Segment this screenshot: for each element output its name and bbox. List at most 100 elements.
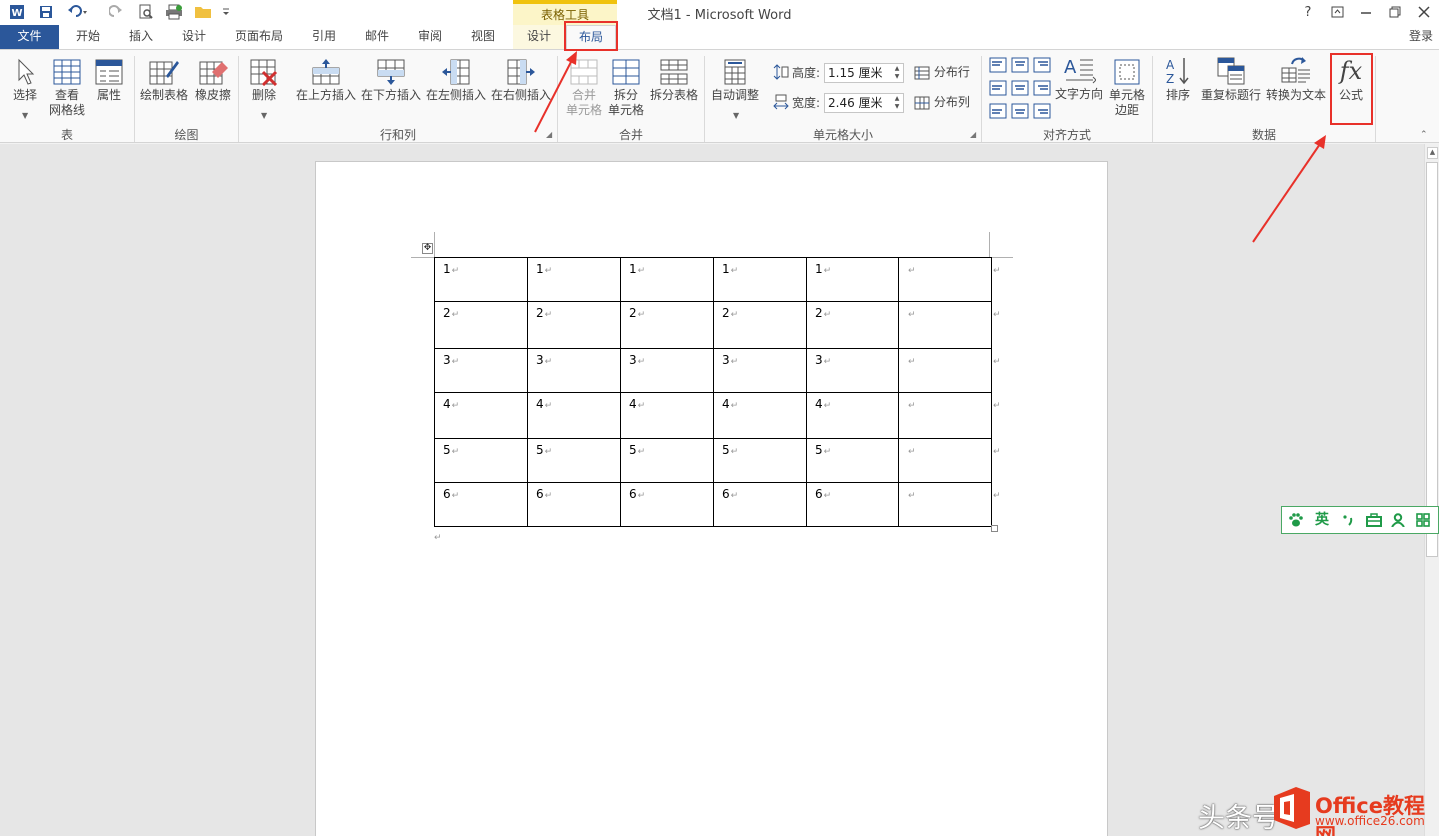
login-link[interactable]: 登录: [1409, 25, 1439, 49]
table-cell[interactable]: 2↵: [806, 301, 899, 349]
tab-table-layout[interactable]: 布局: [566, 25, 616, 49]
table-cell[interactable]: 4↵: [434, 392, 528, 439]
view-gridlines-button[interactable]: 查看 网格线: [46, 58, 88, 118]
insert-below-button[interactable]: 在下方插入: [360, 58, 422, 103]
tab-mailings[interactable]: 邮件: [353, 25, 401, 49]
grid-icon[interactable]: [1413, 510, 1433, 530]
table-cell[interactable]: ↵: [898, 392, 992, 439]
draw-table-button[interactable]: 绘制表格: [138, 58, 190, 103]
cell-mark: ↵: [730, 310, 739, 320]
select-button[interactable]: 选择: [6, 58, 44, 103]
distribute-columns-button[interactable]: 分布列: [914, 95, 976, 110]
table-resize-handle[interactable]: [991, 525, 998, 532]
vertical-scrollbar[interactable]: ▲: [1424, 144, 1439, 836]
table-cell[interactable]: 6↵: [713, 482, 807, 527]
ribbon-display-options-icon[interactable]: [1327, 3, 1347, 21]
text-direction-button[interactable]: A 文字方向: [1054, 55, 1104, 102]
height-spinner-icon[interactable]: ▲ ▼: [892, 65, 902, 81]
table-cell[interactable]: ↵: [898, 438, 992, 483]
tab-references[interactable]: 引用: [300, 25, 348, 49]
table-cell[interactable]: ↵: [898, 348, 992, 393]
help-button[interactable]: ?: [1298, 3, 1318, 21]
rows-cols-launcher-icon[interactable]: ◢: [546, 130, 552, 139]
autofit-button[interactable]: 自动调整: [708, 58, 762, 103]
tab-view[interactable]: 视图: [459, 25, 507, 49]
split-table-button[interactable]: 拆分表格: [648, 58, 700, 103]
merge-cells-button[interactable]: 合并 单元格: [563, 58, 605, 118]
toolbox-icon[interactable]: [1364, 510, 1384, 530]
close-icon[interactable]: [1414, 3, 1434, 21]
table-cell[interactable]: 5↵: [527, 438, 621, 483]
table-cell[interactable]: 6↵: [806, 482, 899, 527]
table-cell[interactable]: 5↵: [620, 438, 714, 483]
paw-icon[interactable]: [1286, 510, 1306, 530]
table-cell[interactable]: 1↵: [527, 257, 621, 302]
tab-review[interactable]: 审阅: [406, 25, 454, 49]
split-cells-button[interactable]: 拆分 单元格: [606, 58, 646, 118]
cell-size-launcher-icon[interactable]: ◢: [970, 130, 976, 139]
table-cell[interactable]: 4↵: [713, 392, 807, 439]
punctuation-icon[interactable]: [1338, 510, 1358, 530]
width-spinner-icon[interactable]: ▲ ▼: [892, 95, 902, 111]
table-cell[interactable]: 2↵: [434, 301, 528, 349]
table-cell[interactable]: 3↵: [806, 348, 899, 393]
table-cell[interactable]: 4↵: [527, 392, 621, 439]
tab-insert[interactable]: 插入: [117, 25, 165, 49]
table-cell[interactable]: ↵: [898, 482, 992, 527]
minimize-icon[interactable]: [1356, 3, 1376, 21]
insert-right-button[interactable]: 在右侧插入: [490, 58, 552, 103]
table-cell[interactable]: 5↵: [713, 438, 807, 483]
table-cell[interactable]: 1↵: [620, 257, 714, 302]
tab-home[interactable]: 开始: [64, 25, 112, 49]
user-icon[interactable]: [1388, 510, 1408, 530]
collapse-ribbon-icon[interactable]: ⌃: [1420, 130, 1428, 140]
table-cell[interactable]: 6↵: [527, 482, 621, 527]
table-cell[interactable]: 6↵: [434, 482, 528, 527]
table-cell[interactable]: 2↵: [713, 301, 807, 349]
insert-left-button[interactable]: 在左侧插入: [425, 58, 487, 103]
select-dropdown-icon[interactable]: ▼: [22, 111, 28, 120]
repeat-header-icon: [1217, 57, 1245, 85]
width-input[interactable]: 2.46 厘米 ▲ ▼: [824, 93, 904, 113]
delete-dropdown-icon[interactable]: ▼: [261, 111, 267, 120]
table-cell[interactable]: ↵: [898, 301, 992, 349]
tab-page-layout[interactable]: 页面布局: [223, 25, 295, 49]
distribute-rows-button[interactable]: 分布行: [914, 65, 976, 80]
table-cell[interactable]: 6↵: [620, 482, 714, 527]
scroll-up-icon[interactable]: ▲: [1427, 147, 1438, 159]
tab-table-design[interactable]: 设计: [513, 25, 565, 49]
table-cell[interactable]: 3↵: [527, 348, 621, 393]
cell-margins-button[interactable]: 单元格 边距: [1106, 58, 1148, 118]
table-move-handle-icon[interactable]: ✥: [422, 243, 433, 254]
table-cell[interactable]: 3↵: [620, 348, 714, 393]
ime-language-toggle[interactable]: 英: [1312, 510, 1332, 530]
scroll-thumb[interactable]: [1426, 162, 1438, 557]
group-merge-label: 合并: [618, 128, 643, 142]
table-cell[interactable]: 1↵: [434, 257, 528, 302]
table-cell[interactable]: 5↵: [806, 438, 899, 483]
table-cell[interactable]: 2↵: [527, 301, 621, 349]
table-cell[interactable]: 3↵: [713, 348, 807, 393]
page[interactable]: ✥ 1↵ 1↵ 1↵ 1↵ 1↵ ↵ 2↵ 2↵ 2↵ 2↵ 2↵ ↵ 3↵ 3…: [315, 161, 1108, 836]
tab-file[interactable]: 文件: [0, 25, 59, 49]
tab-design[interactable]: 设计: [170, 25, 218, 49]
table-cell[interactable]: 1↵: [806, 257, 899, 302]
repeat-header-rows-button[interactable]: 重复标题行: [1200, 56, 1262, 103]
properties-button[interactable]: 属性: [90, 58, 128, 103]
restore-icon[interactable]: [1385, 3, 1405, 21]
delete-button[interactable]: 删除: [244, 58, 284, 103]
table-cell[interactable]: 1↵: [713, 257, 807, 302]
height-input[interactable]: 1.15 厘米 ▲ ▼: [824, 63, 904, 83]
table-cell[interactable]: 5↵: [434, 438, 528, 483]
convert-to-text-button[interactable]: 转换为文本: [1264, 56, 1328, 103]
table-cell[interactable]: ↵: [898, 257, 992, 302]
table-cell[interactable]: 4↵: [620, 392, 714, 439]
table-cell[interactable]: 3↵: [434, 348, 528, 393]
insert-above-button[interactable]: 在上方插入: [295, 58, 357, 103]
autofit-dropdown-icon[interactable]: ▼: [733, 111, 739, 120]
table-cell[interactable]: 2↵: [620, 301, 714, 349]
sort-button[interactable]: AZ 排序: [1160, 56, 1196, 103]
eraser-button[interactable]: 橡皮擦: [192, 58, 234, 103]
formula-button[interactable]: fx 公式: [1331, 56, 1371, 103]
table-cell[interactable]: 4↵: [806, 392, 899, 439]
